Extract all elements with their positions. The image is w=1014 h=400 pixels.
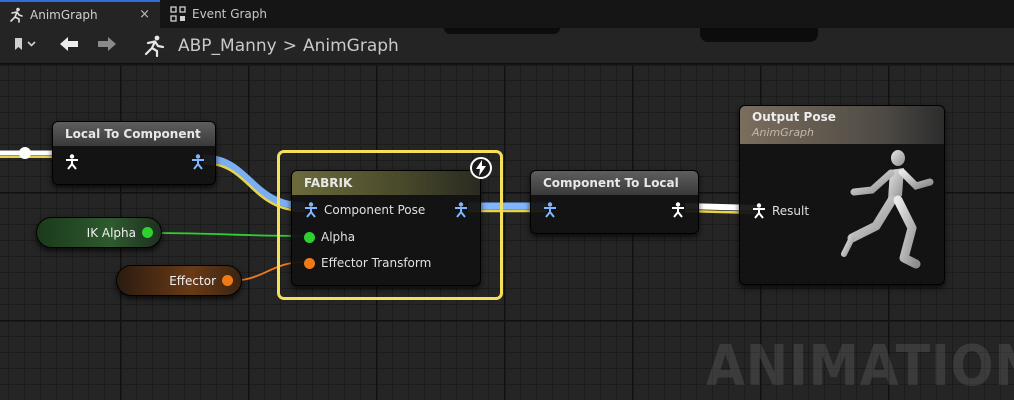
running-figure-icon	[8, 7, 24, 23]
pose-pin-icon	[672, 202, 684, 218]
tab-bar: AnimGraph × Event Graph	[0, 0, 1014, 28]
pose-pin-icon	[544, 202, 556, 218]
node-subtitle: AnimGraph	[752, 126, 815, 139]
node-output-pose[interactable]: Output Pose AnimGraph Result	[739, 105, 945, 285]
close-icon[interactable]: ×	[139, 7, 150, 22]
variable-node-ik-alpha[interactable]: IK Alpha	[36, 217, 162, 248]
breadcrumb-asset[interactable]: ABP_Manny	[178, 36, 277, 56]
pose-pin-icon	[66, 154, 78, 170]
forward-button[interactable]	[94, 34, 120, 58]
pin-label: Result	[772, 204, 810, 218]
node-local-to-component[interactable]: Local To Component	[52, 121, 216, 185]
offscreen-node-edge	[700, 28, 818, 42]
pose-pin-icon	[192, 154, 204, 170]
tab-event-graph[interactable]: Event Graph	[164, 0, 267, 28]
graph-type-watermark: ANIMATION	[706, 334, 1014, 399]
breadcrumb-graph[interactable]: AnimGraph	[303, 36, 399, 56]
node-title: Component To Local	[531, 171, 698, 195]
bookmark-icon	[12, 36, 38, 56]
fast-path-lightning-icon	[469, 156, 493, 184]
float-output-pin[interactable]	[142, 227, 153, 238]
pose-pin-icon	[753, 203, 765, 219]
pose-input-pin[interactable]	[543, 202, 557, 218]
variable-label: IK Alpha	[86, 225, 136, 240]
node-component-to-local[interactable]: Component To Local	[530, 170, 699, 234]
anim-blueprint-icon	[140, 34, 168, 58]
breadcrumb-separator: >	[282, 36, 297, 56]
node-header: Output Pose AnimGraph	[740, 106, 944, 144]
pose-input-pin[interactable]	[65, 154, 79, 170]
bookmark-button[interactable]	[8, 34, 42, 58]
node-title: Local To Component	[53, 122, 215, 146]
back-button[interactable]	[56, 34, 82, 58]
result-pin[interactable]: Result	[752, 203, 809, 219]
variable-node-effector[interactable]: Effector	[116, 265, 242, 296]
breadcrumb: ABP_Manny > AnimGraph	[178, 34, 399, 58]
tab-animgraph[interactable]: AnimGraph ×	[0, 0, 160, 28]
offscreen-node-edge	[444, 28, 560, 34]
pose-output-pin[interactable]	[191, 154, 205, 170]
event-graph-icon	[170, 6, 186, 22]
tab-label: AnimGraph	[30, 8, 98, 22]
tab-label: Event Graph	[192, 7, 267, 21]
mannequin-running-icon	[832, 146, 942, 280]
arrow-right-icon	[96, 36, 118, 56]
arrow-left-icon	[58, 36, 80, 56]
node-title: Output Pose	[752, 110, 836, 124]
pose-output-pin[interactable]	[671, 202, 685, 218]
variable-label: Effector	[169, 273, 216, 288]
transform-output-pin[interactable]	[222, 275, 233, 286]
